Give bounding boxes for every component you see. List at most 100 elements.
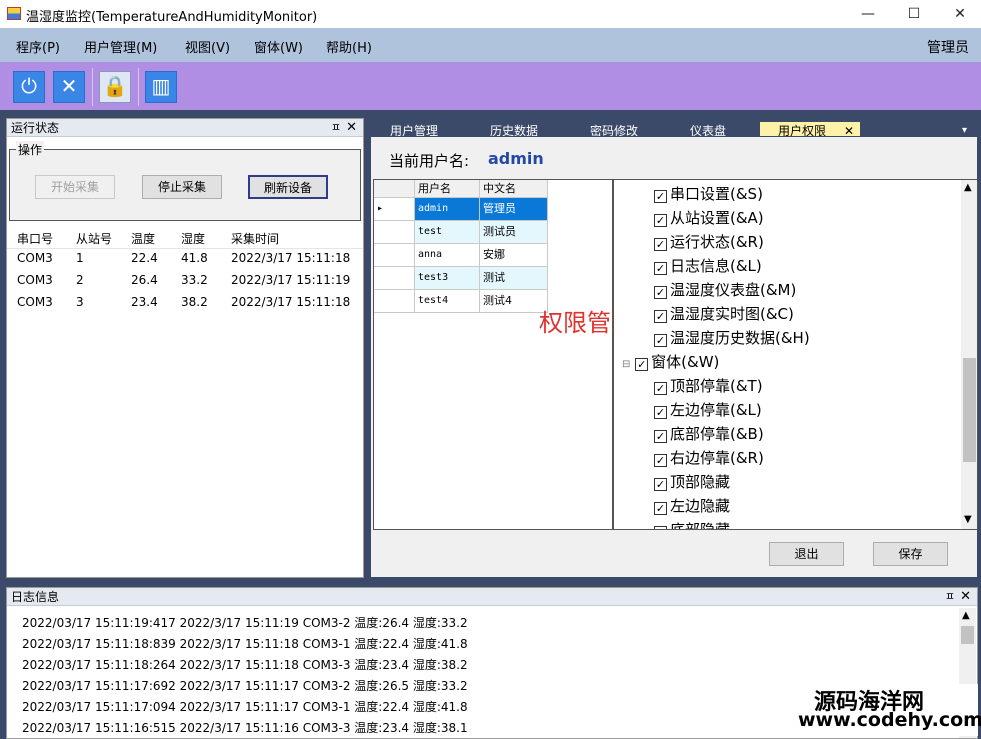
- row-header[interactable]: [374, 244, 415, 267]
- checkbox-checked-icon[interactable]: ✓: [654, 310, 667, 323]
- status-list-header: 串口号 从站号 温度 湿度 采集时间: [7, 227, 363, 249]
- run-status-panel: 运行状态 ㅍ ✕ 操作 开始采集 停止采集 刷新设备 串口号 从站号 温度 湿度…: [6, 118, 364, 578]
- cell-temp: 26.4: [131, 273, 158, 287]
- cell-chinese-name[interactable]: 管理员: [480, 198, 548, 221]
- log-line: 2022/03/17 15:11:18:264 2022/3/17 15:11:…: [22, 658, 468, 672]
- close-icon[interactable]: ✕: [960, 588, 971, 606]
- cell-port: COM3: [17, 295, 53, 309]
- refresh-device-button[interactable]: 刷新设备: [248, 175, 328, 199]
- close-icon[interactable]: ✕: [346, 119, 357, 137]
- cell-slave: 1: [76, 251, 84, 265]
- close-icon[interactable]: ✕: [53, 71, 85, 103]
- col-chinese-name[interactable]: 中文名: [480, 180, 548, 198]
- col-temp[interactable]: 温度: [131, 230, 155, 247]
- tree-node[interactable]: ✓ 串口设置(&S): [654, 182, 763, 206]
- menu-window[interactable]: 窗体(W): [254, 37, 303, 56]
- col-slave[interactable]: 从站号: [76, 230, 112, 247]
- lock-icon[interactable]: 🔒: [99, 71, 131, 103]
- checkbox-checked-icon[interactable]: ✓: [654, 478, 667, 491]
- stop-collect-button[interactable]: 停止采集: [142, 175, 222, 199]
- tree-node[interactable]: ✓ 温湿度实时图(&C): [654, 302, 794, 326]
- tree-node-label: 底部隐藏: [670, 521, 731, 530]
- toolbar: ⏻ ✕ 🔒 ▥: [0, 62, 981, 110]
- collapse-icon[interactable]: ⊟: [622, 359, 630, 370]
- checkbox-checked-icon[interactable]: ✓: [654, 526, 667, 529]
- cell-chinese-name[interactable]: 安娜: [480, 244, 548, 267]
- cell-username[interactable]: admin: [415, 198, 480, 221]
- tree-node-label: 温湿度仪表盘(&M): [670, 281, 797, 299]
- col-username[interactable]: 用户名: [415, 180, 480, 198]
- tree-node[interactable]: ✓ 日志信息(&L): [654, 254, 762, 278]
- power-icon[interactable]: ⏻: [13, 71, 45, 103]
- scroll-up-icon[interactable]: ▲: [962, 610, 970, 621]
- log-line: 2022/03/17 15:11:17:094 2022/3/17 15:11:…: [22, 700, 468, 714]
- group-label: 操作: [16, 141, 45, 158]
- checkbox-checked-icon[interactable]: ✓: [654, 430, 667, 443]
- tree-node[interactable]: ✓ 底部停靠(&B): [654, 422, 764, 446]
- checkbox-checked-icon[interactable]: ✓: [654, 406, 667, 419]
- start-collect-button[interactable]: 开始采集: [35, 175, 115, 199]
- col-humidity[interactable]: 湿度: [181, 230, 205, 247]
- tree-node[interactable]: ✓ 从站设置(&A): [654, 206, 764, 230]
- cell-username[interactable]: anna: [415, 244, 480, 267]
- checkbox-checked-icon[interactable]: ✓: [654, 286, 667, 299]
- tree-scrollbar[interactable]: ▲ ▼: [961, 180, 977, 529]
- cell-chinese-name[interactable]: 测试员: [480, 221, 548, 244]
- menu-program[interactable]: 程序(P): [16, 37, 60, 56]
- row-header[interactable]: [374, 221, 415, 244]
- col-port[interactable]: 串口号: [17, 230, 53, 247]
- cell-username[interactable]: test: [415, 221, 480, 244]
- row-header[interactable]: [374, 290, 415, 313]
- panel-title-text: 日志信息: [11, 590, 60, 604]
- checkbox-checked-icon[interactable]: ✓: [654, 214, 667, 227]
- tree-node[interactable]: ✓底部隐藏: [654, 518, 731, 530]
- cell-chinese-name[interactable]: 测试4: [480, 290, 548, 313]
- tree-node-label: 温湿度历史数据(&H): [670, 329, 810, 347]
- menu-help[interactable]: 帮助(H): [326, 37, 372, 56]
- checkbox-checked-icon[interactable]: ✓: [654, 454, 667, 467]
- tree-node[interactable]: ✓ 左边停靠(&L): [654, 398, 762, 422]
- scroll-thumb[interactable]: [963, 358, 976, 462]
- table-row[interactable]: COM3 1 22.4 41.8 2022/3/17 15:11:18: [7, 251, 363, 273]
- minimize-button[interactable]: —: [845, 0, 891, 28]
- cell-humidity: 41.8: [181, 251, 208, 265]
- tree-node[interactable]: ✓ 左边隐藏: [654, 494, 730, 518]
- menu-user-management[interactable]: 用户管理(M): [84, 37, 157, 56]
- exit-button[interactable]: 退出: [769, 542, 844, 566]
- maximize-button[interactable]: ☐: [891, 0, 937, 28]
- close-button[interactable]: ✕: [937, 0, 981, 28]
- scroll-up-icon[interactable]: ▲: [964, 182, 972, 193]
- menu-view[interactable]: 视图(V): [185, 37, 230, 56]
- pin-icon[interactable]: ㅍ: [945, 588, 955, 606]
- tree-node[interactable]: ✓ 顶部隐藏: [654, 470, 730, 494]
- tree-node[interactable]: ✓ 顶部停靠(&T): [654, 374, 763, 398]
- tree-node[interactable]: ✓ 右边停靠(&R): [654, 446, 764, 470]
- tree-node-group[interactable]: ⊟ ✓ 窗体(&W): [622, 350, 719, 374]
- checkbox-checked-icon[interactable]: ✓: [654, 502, 667, 515]
- checkbox-checked-icon[interactable]: ✓: [654, 334, 667, 347]
- checkbox-checked-icon[interactable]: ✓: [654, 262, 667, 275]
- watermark-url: www.codehy.com: [798, 709, 981, 731]
- chart-icon[interactable]: ▥: [145, 71, 177, 103]
- checkbox-checked-icon[interactable]: ✓: [654, 238, 667, 251]
- row-header[interactable]: [374, 267, 415, 290]
- tree-node-label: 温湿度实时图(&C): [670, 305, 794, 323]
- cell-chinese-name[interactable]: 测试: [480, 267, 548, 290]
- table-row[interactable]: COM3 2 26.4 33.2 2022/3/17 15:11:19: [7, 273, 363, 295]
- scroll-down-icon[interactable]: ▼: [964, 514, 972, 525]
- pin-icon[interactable]: ㅍ: [331, 119, 341, 137]
- checkbox-checked-icon[interactable]: ✓: [635, 358, 649, 371]
- tree-node[interactable]: ✓ 温湿度仪表盘(&M): [654, 278, 796, 302]
- checkbox-checked-icon[interactable]: ✓: [654, 190, 667, 203]
- user-grid: 用户名 中文名 ▸ admin 管理员 test 测试员 anna 安娜 tes…: [373, 179, 613, 530]
- checkbox-checked-icon[interactable]: ✓: [654, 382, 667, 395]
- save-button[interactable]: 保存: [873, 542, 948, 566]
- row-selector-icon[interactable]: ▸: [374, 198, 415, 221]
- cell-username[interactable]: test3: [415, 267, 480, 290]
- cell-username[interactable]: test4: [415, 290, 480, 313]
- col-time[interactable]: 采集时间: [231, 230, 279, 247]
- scroll-thumb[interactable]: [961, 626, 974, 644]
- table-row[interactable]: COM3 3 23.4 38.2 2022/3/17 15:11:18: [7, 295, 363, 317]
- tree-node[interactable]: ✓ 运行状态(&R): [654, 230, 764, 254]
- tree-node[interactable]: ✓ 温湿度历史数据(&H): [654, 326, 810, 350]
